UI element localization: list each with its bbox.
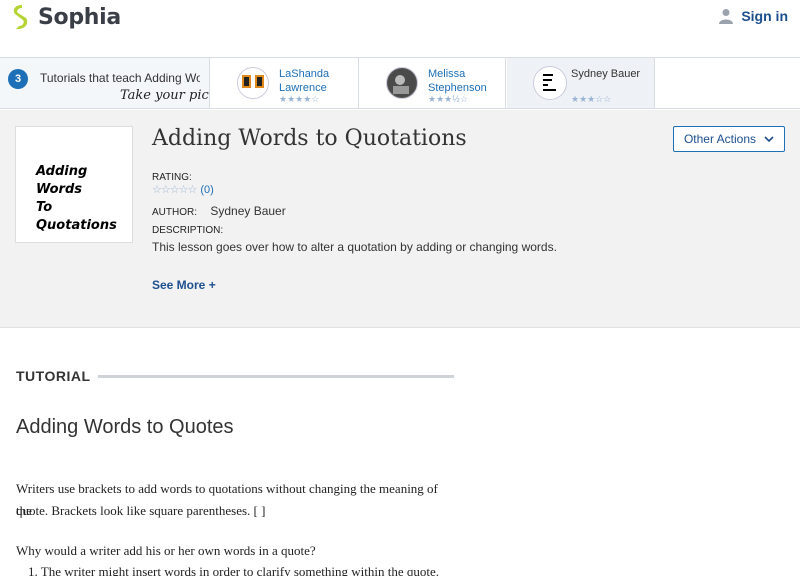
- tutorial-thumbnail: [386, 67, 418, 99]
- rating-label: RATING:: [152, 172, 192, 183]
- sophia-logo-icon: [13, 5, 28, 30]
- cover-line: Words: [36, 182, 83, 197]
- paragraph-line: quote. Brackets look like square parenth…: [16, 503, 266, 518]
- chevron-down-icon: [764, 136, 774, 142]
- logo-text: Sophia: [38, 4, 121, 30]
- tutorial-author: Sydney Bauer: [571, 68, 641, 80]
- tutorial-rating-stars: ★★★☆☆: [571, 94, 612, 104]
- description-text: This lesson goes over how to alter a quo…: [152, 240, 557, 254]
- other-actions-label: Other Actions: [683, 132, 757, 146]
- tutorial-author: Melissa Stephenson: [428, 68, 487, 94]
- tutorial-thumbnail-icon: [543, 74, 556, 91]
- sophia-logo[interactable]: Sophia: [10, 4, 121, 30]
- picker-title: Tutorials that teach Adding Words to Quo…: [40, 71, 200, 85]
- see-more-link[interactable]: See More +: [152, 278, 216, 292]
- tutorial-thumbnail-icon: [388, 69, 416, 97]
- section-divider: [98, 375, 454, 378]
- author-row: AUTHOR: Sydney Bauer: [152, 204, 286, 218]
- rating-row: ☆☆☆☆☆ (0): [152, 183, 214, 197]
- cover-line: Adding: [36, 164, 88, 179]
- tutorial-thumbnail: [237, 67, 269, 99]
- tutorial-card-sydney[interactable]: Sydney Bauer ★★★☆☆: [507, 58, 655, 108]
- tutorial-rating-stars: ★★★★☆: [279, 94, 320, 104]
- cover-text: Adding Words To Quotations: [36, 163, 117, 235]
- author-name: Sydney Bauer: [210, 204, 286, 218]
- tutorial-thumbnail: [533, 66, 567, 100]
- cover-line: To: [36, 200, 53, 215]
- tutorial-picker: 3 Tutorials that teach Adding Words to Q…: [0, 57, 800, 109]
- tutorial-card-melissa[interactable]: Melissa Stephenson ★★★½☆: [360, 58, 506, 108]
- author-label: AUTHOR:: [152, 207, 197, 218]
- picker-prompt: Take your pick:: [120, 88, 209, 103]
- paragraph: Why would a writer add his or her own wo…: [16, 543, 316, 558]
- sign-in-button[interactable]: Sign in: [719, 8, 788, 24]
- tutorial-card-lashanda[interactable]: LaShanda Lawrence ★★★★☆: [211, 58, 359, 108]
- tutorial-subtitle: Adding Words to Quotes: [16, 416, 234, 438]
- lesson-title: Adding Words to Quotations: [152, 126, 467, 151]
- cover-line: Quotations: [36, 218, 117, 233]
- list-item: 1. The writer might insert words in orde…: [28, 564, 439, 576]
- lesson-panel: Adding Words To Quotations Adding Words …: [0, 110, 800, 328]
- tutorial-thumbnail-icon: [242, 75, 264, 88]
- description-label: DESCRIPTION:: [152, 225, 224, 236]
- site-header: Sophia Sign in: [0, 0, 800, 56]
- rating-count[interactable]: (0): [200, 184, 213, 196]
- tutorial-count-badge: 3: [8, 69, 28, 89]
- tutorial-author: LaShanda Lawrence: [279, 68, 330, 94]
- picker-summary: 3 Tutorials that teach Adding Words to Q…: [0, 58, 210, 108]
- sign-in-label: Sign in: [741, 8, 788, 24]
- rating-stars[interactable]: ☆☆☆☆☆: [152, 183, 197, 196]
- other-actions-button[interactable]: Other Actions: [673, 126, 785, 152]
- person-icon: [719, 9, 734, 24]
- section-heading: TUTORIAL: [16, 368, 91, 384]
- tutorial-rating-stars: ★★★½☆: [428, 94, 468, 104]
- lesson-cover-image: Adding Words To Quotations: [15, 126, 133, 243]
